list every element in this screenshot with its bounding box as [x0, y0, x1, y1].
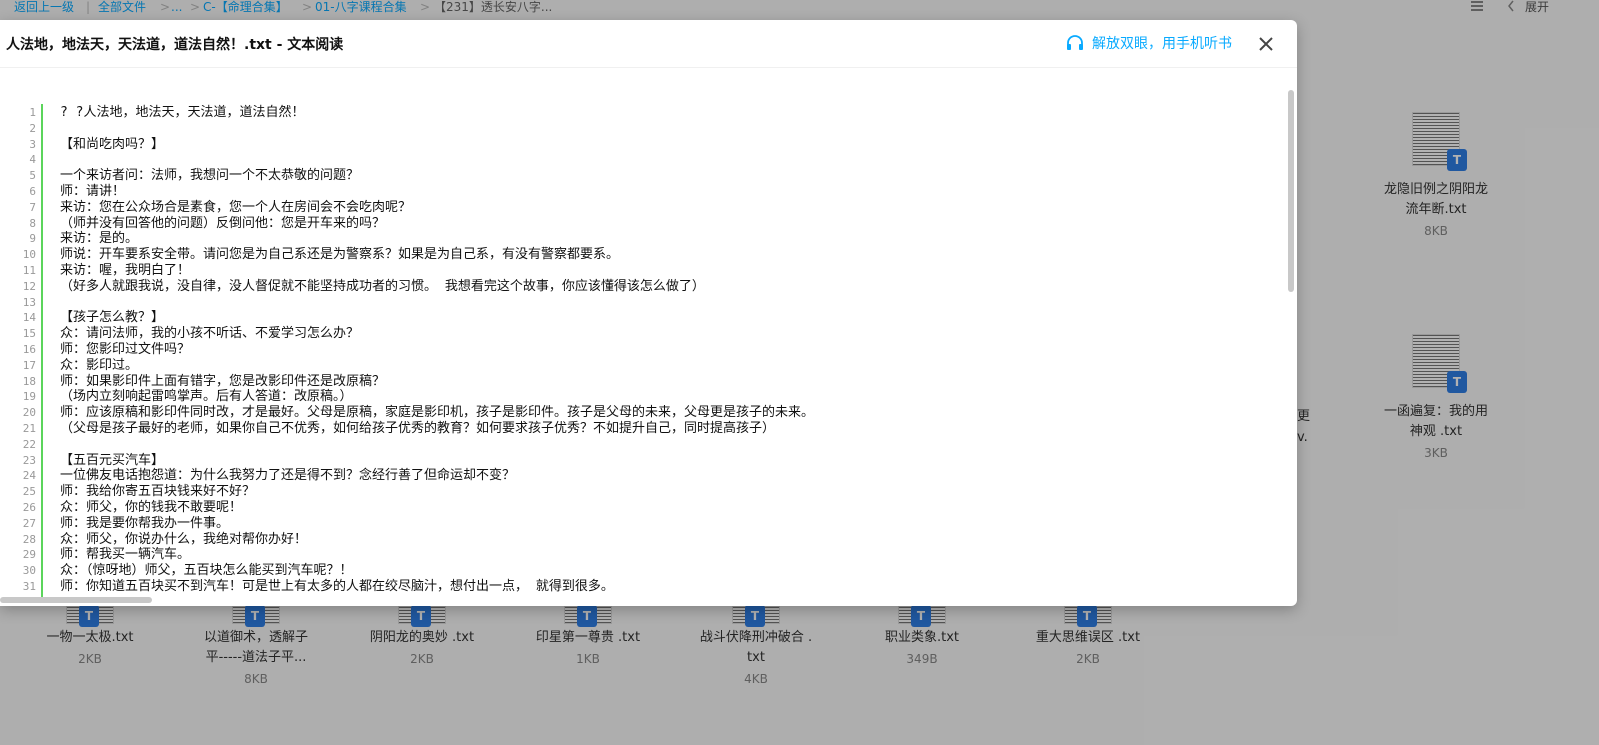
- line-text: （场内立刻响起雷鸣掌声。后有人答道：改原稿。）: [60, 389, 353, 405]
- close-button[interactable]: [1256, 34, 1276, 54]
- line-number: 2: [29, 121, 36, 135]
- line-number: 28: [22, 532, 36, 546]
- vertical-scrollbar[interactable]: [1288, 90, 1294, 292]
- line-number: 27: [22, 516, 36, 530]
- line-number: 6: [29, 185, 36, 198]
- close-icon: [1259, 37, 1273, 51]
- line-number: 4: [29, 153, 36, 167]
- line-text: 师：帮我买一辆汽车。: [60, 547, 191, 563]
- line-number: 15: [22, 327, 36, 341]
- line-text: 师：应该原稿和影印件同时改，才是最好。父母是原稿，家庭是影印机，孩子是影印件。孩…: [60, 405, 815, 421]
- line-text: ? ?人法地，地法天，天法道，道法自然！: [60, 105, 305, 120]
- headphones-icon: [1067, 35, 1083, 50]
- line-number: 30: [22, 564, 36, 578]
- line-text: 众：师父，你说办什么，我绝对帮你办好！: [60, 531, 308, 547]
- line-number: 9: [29, 232, 36, 246]
- line-text: 师：如果影印件上面有错字，您是改影印件还是改原稿？: [60, 373, 386, 389]
- line-text: 一个来访者问：法师，我想问一个不太恭敬的问题？: [60, 168, 360, 184]
- line-text: 师：我是要你帮我办一件事。: [60, 515, 230, 531]
- line-number: 23: [22, 453, 36, 467]
- line-number: 17: [22, 358, 36, 372]
- line-text: 来访：您在公众场合是素食，您一个人在房间会不会吃肉呢？: [60, 199, 412, 215]
- line-number: 16: [22, 343, 36, 356]
- line-text: 师：你知道五百块买不到汽车！可是世上有太多的人都在绞尽脑汁，想付出一点， 就得到…: [60, 579, 614, 594]
- line-text: 师：请讲！: [60, 184, 126, 199]
- line-number: 11: [22, 264, 36, 277]
- line-number: 20: [22, 406, 36, 420]
- line-text: 师说：开车要系安全带。请问您是为自己系还是为警察系？如果是为自己系，有没有警察都…: [60, 247, 620, 263]
- line-number: 26: [22, 501, 36, 514]
- listen-label: 解放双眼，用手机听书: [1092, 36, 1232, 52]
- line-number: 7: [29, 200, 36, 214]
- dialog-header: 人法地，地法天，天法道，道法自然！.txt - 文本阅读 解放双眼，用手机听书: [0, 20, 1297, 68]
- line-text: 来访：是的。: [60, 231, 139, 247]
- line-number: 29: [22, 548, 36, 562]
- line-text: （师并没有回答他的问题）反倒问他：您是开车来的吗？: [60, 215, 386, 231]
- line-number: 10: [22, 248, 36, 262]
- dialog-title: 人法地，地法天，天法道，道法自然！.txt - 文本阅读: [6, 37, 344, 53]
- line-text: 众：影印过。: [60, 357, 139, 373]
- line-number: 8: [29, 216, 36, 230]
- line-text: 【五百元买汽车】: [60, 452, 165, 468]
- line-text: 众：（惊呀地）师父，五百块怎么能买到汽车呢？！: [60, 563, 353, 579]
- text-reader-dialog: 人法地，地法天，天法道，道法自然！.txt - 文本阅读 解放双眼，用手机听书 …: [0, 20, 1297, 606]
- line-text: 【和尚吃肉吗？】: [60, 136, 165, 152]
- line-number: 19: [22, 390, 36, 404]
- line-number: 18: [22, 374, 36, 388]
- line-number: 22: [22, 437, 36, 451]
- line-number: 31: [22, 580, 36, 593]
- line-text: 师：您影印过文件吗？: [60, 342, 191, 357]
- line-number: 12: [22, 279, 36, 293]
- line-number: 14: [22, 311, 36, 325]
- line-text: 【孩子怎么教？】: [60, 310, 165, 326]
- line-number: 3: [29, 137, 36, 151]
- line-number: 25: [22, 485, 36, 499]
- line-text: 一位佛友电话抱怨道：为什么我努力了还是得不到？念经行善了但命运却不变？: [60, 468, 516, 484]
- line-text: 来访：喔，我明白了！: [60, 263, 191, 278]
- line-number: 5: [29, 169, 36, 183]
- line-text: 众：请问法师，我的小孩不听话、不爱学习怎么办？: [60, 326, 360, 342]
- text-content[interactable]: 1? ?人法地，地法天，天法道，道法自然！ 2 3 【和尚吃肉吗？】 4 5 一个来访者问：…: [0, 104, 1290, 602]
- horizontal-scrollbar[interactable]: [0, 597, 152, 603]
- line-text: 众：师父，你的钱我不敢要呢！: [60, 500, 243, 515]
- line-number: 21: [22, 422, 36, 435]
- line-text: （好多人就跟我说，没自律，没人督促就不能坚持成功者的习惯。 我想看完这个故事，你…: [60, 278, 705, 294]
- listen-on-phone-link[interactable]: 解放双眼，用手机听书: [1066, 33, 1232, 53]
- line-text: （父母是孩子最好的老师，如果你自己不优秀，如何给孩子优秀的教育？如何要求孩子优秀…: [60, 421, 776, 436]
- line-number: 13: [22, 295, 36, 309]
- line-number: 24: [22, 469, 36, 483]
- line-text: 师：我给你寄五百块钱来好不好？: [60, 484, 256, 500]
- line-number: 1: [29, 106, 36, 119]
